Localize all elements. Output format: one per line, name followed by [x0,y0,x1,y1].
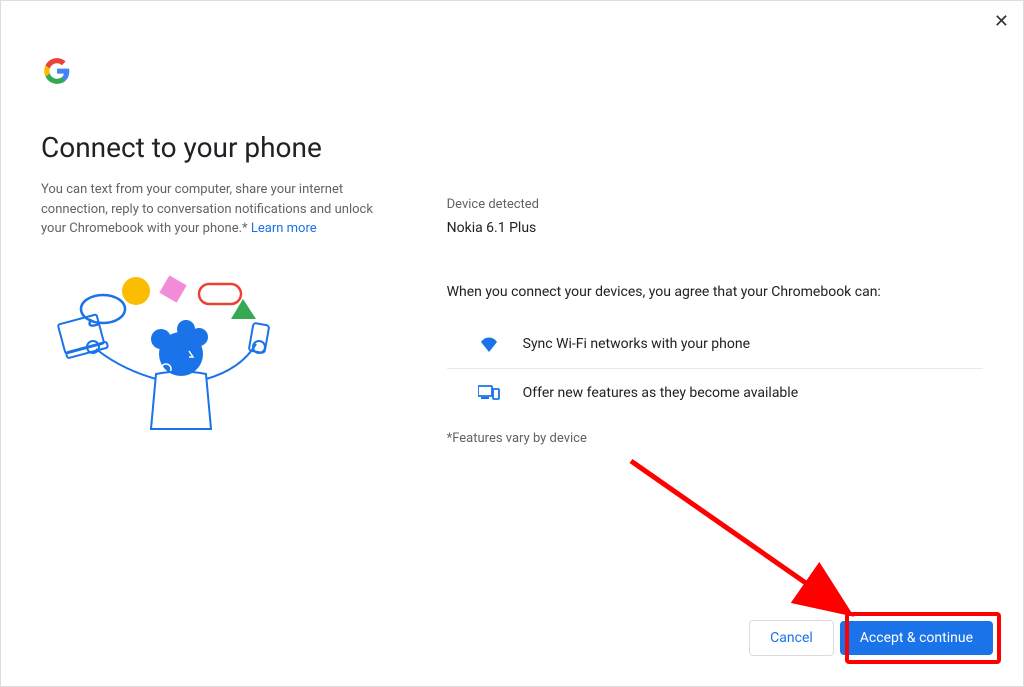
device-name: Nokia 6.1 Plus [447,220,983,236]
cancel-button[interactable]: Cancel [749,620,834,656]
description-text: You can text from your computer, share y… [41,182,373,236]
feature-item-devices: Offer new features as they become availa… [447,369,983,417]
illustration-icon [41,269,417,443]
page-title: Connect to your phone [41,131,417,164]
devices-icon [477,383,501,403]
feature-label: Sync Wi-Fi networks with your phone [523,336,750,352]
close-icon[interactable]: ✕ [994,11,1009,32]
wifi-icon [477,334,501,354]
footnote: *Features vary by device [447,431,983,446]
accept-continue-button[interactable]: Accept & continue [840,621,993,655]
device-detected-label: Device detected [447,197,983,212]
agreement-text: When you connect your devices, you agree… [447,284,983,300]
learn-more-link[interactable]: Learn more [251,221,317,236]
feature-item-wifi: Sync Wi-Fi networks with your phone [447,320,983,369]
google-logo-icon [43,57,417,89]
feature-label: Offer new features as they become availa… [523,385,799,401]
feature-list: Sync Wi-Fi networks with your phone Offe… [447,320,983,417]
page-description: You can text from your computer, share y… [41,180,381,239]
